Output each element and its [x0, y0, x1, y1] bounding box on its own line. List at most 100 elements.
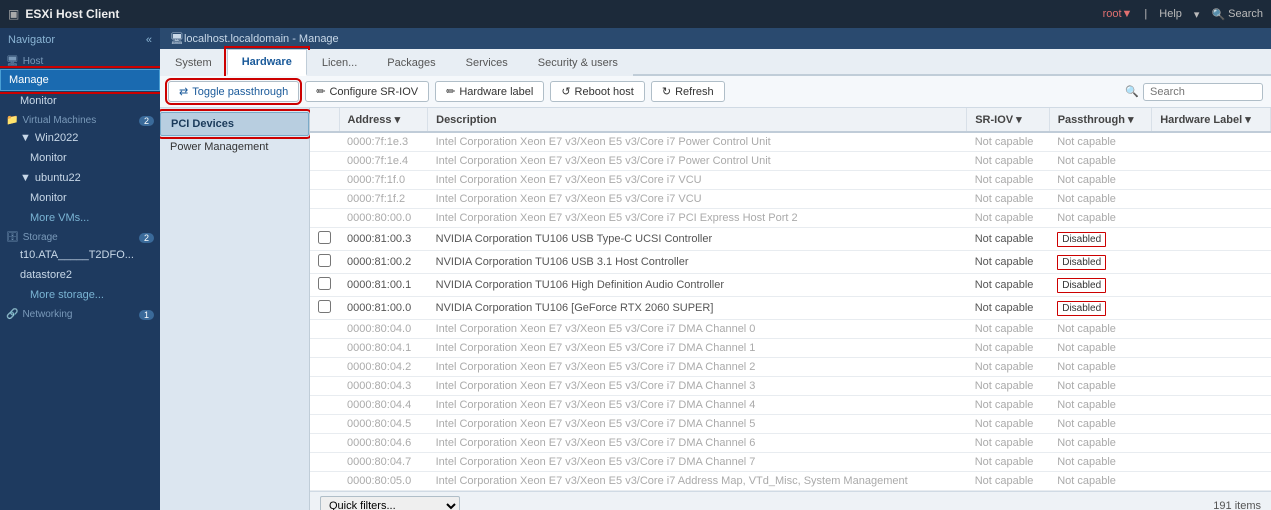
table-row: 0000:80:04.3Intel Corporation Xeon E7 v3… — [310, 377, 1271, 396]
row-description: Intel Corporation Xeon E7 v3/Xeon E5 v3/… — [428, 339, 967, 358]
sidebar-item-storage1[interactable]: t10.ATA_____T2DFO... — [0, 245, 160, 265]
win2022-monitor-label: Monitor — [30, 152, 67, 164]
row-address: 0000:7f:1f.0 — [339, 171, 428, 190]
row-description: Intel Corporation Xeon E7 v3/Xeon E5 v3/… — [428, 377, 967, 396]
toggle-passthrough-label: Toggle passthrough — [192, 86, 288, 98]
tab-hardware[interactable]: Hardware — [227, 49, 307, 76]
help-button[interactable]: Help — [1159, 8, 1182, 20]
title-bar-controls: root▼ | Help ▾ 🔍 Search — [1103, 8, 1263, 21]
disabled-badge: Disabled — [1057, 255, 1106, 270]
row-checkbox[interactable] — [318, 231, 331, 244]
tab-services[interactable]: Services — [451, 50, 523, 76]
quick-filter-select[interactable]: Quick filters... — [320, 496, 460, 510]
col-hardware-label[interactable]: Hardware Label ▾ — [1152, 108, 1271, 132]
sidebar-item-win2022[interactable]: ▼ Win2022 — [0, 128, 160, 148]
row-description: Intel Corporation Xeon E7 v3/Xeon E5 v3/… — [428, 320, 967, 339]
sub-nav-pci-devices[interactable]: PCI Devices — [160, 112, 309, 136]
row-passthrough: Not capable — [1049, 171, 1152, 190]
sidebar-item-more-vms[interactable]: More VMs... — [0, 208, 160, 228]
row-passthrough: Not capable — [1049, 209, 1152, 228]
networking-count-badge: 1 — [139, 310, 154, 320]
ubuntu22-label: ubuntu22 — [35, 172, 81, 184]
row-description: Intel Corporation Xeon E7 v3/Xeon E5 v3/… — [428, 472, 967, 491]
storage-count-badge: 2 — [139, 233, 154, 243]
tab-security[interactable]: Security & users — [523, 50, 633, 76]
storage1-label: t10.ATA_____T2DFO... — [20, 249, 134, 261]
tab-system[interactable]: System — [160, 50, 227, 76]
row-checkbox-cell — [310, 396, 339, 415]
ubuntu22-monitor-label: Monitor — [30, 192, 67, 204]
search-label-title[interactable]: Search — [1228, 8, 1263, 20]
sidebar-item-win2022-monitor[interactable]: Monitor — [0, 148, 160, 168]
tab-licensing[interactable]: Licen... — [307, 50, 372, 76]
sidebar-item-ubuntu22-monitor[interactable]: Monitor — [0, 188, 160, 208]
search-area: 🔍 Search — [1211, 8, 1263, 21]
configure-sriov-button[interactable]: ✏ Configure SR-IOV — [305, 81, 429, 102]
row-address: 0000:80:04.1 — [339, 339, 428, 358]
sidebar-item-ubuntu22[interactable]: ▼ ubuntu22 — [0, 168, 160, 188]
row-checkbox-cell — [310, 152, 339, 171]
row-sriov: Not capable — [967, 396, 1050, 415]
disabled-badge: Disabled — [1057, 232, 1106, 247]
row-passthrough: Not capable — [1049, 453, 1152, 472]
content-area: 🖥 localhost.localdomain - Manage System … — [160, 28, 1271, 510]
more-storage-label: More storage... — [30, 289, 104, 301]
row-hardware-label — [1152, 152, 1271, 171]
row-checkbox[interactable] — [318, 300, 331, 313]
toggle-passthrough-button[interactable]: ⇄ Toggle passthrough — [168, 81, 299, 102]
row-hardware-label — [1152, 228, 1271, 251]
row-hardware-label — [1152, 320, 1271, 339]
sidebar-item-manage[interactable]: Manage — [0, 69, 160, 91]
col-address[interactable]: Address ▾ — [339, 108, 428, 132]
title-bar: ▣ ESXi Host Client root▼ | Help ▾ 🔍 Sear… — [0, 0, 1271, 28]
refresh-button[interactable]: ↻ Refresh — [651, 81, 725, 102]
main-container: Navigator « 🖥 Host Manage Monitor 📁 Virt… — [0, 28, 1271, 510]
row-checkbox[interactable] — [318, 277, 331, 290]
sub-nav-power-management[interactable]: Power Management — [160, 136, 309, 158]
hardware-label-button[interactable]: ✏ Hardware label — [435, 81, 544, 102]
sidebar-item-more-storage[interactable]: More storage... — [0, 285, 160, 305]
row-sriov: Not capable — [967, 132, 1050, 152]
title-separator: | — [1144, 8, 1147, 20]
reboot-host-button[interactable]: ↺ Reboot host — [550, 81, 645, 102]
user-name: root▼ — [1103, 8, 1133, 20]
tab-packages[interactable]: Packages — [372, 50, 450, 76]
row-passthrough: Disabled — [1049, 251, 1152, 274]
row-description: Intel Corporation Xeon E7 v3/Xeon E5 v3/… — [428, 209, 967, 228]
row-address: 0000:80:04.2 — [339, 358, 428, 377]
table-row: 0000:80:00.0Intel Corporation Xeon E7 v3… — [310, 209, 1271, 228]
row-address: 0000:7f:1e.3 — [339, 132, 428, 152]
row-address: 0000:81:00.1 — [339, 274, 428, 297]
table-row: 0000:80:04.5Intel Corporation Xeon E7 v3… — [310, 415, 1271, 434]
row-passthrough: Not capable — [1049, 339, 1152, 358]
row-sriov: Not capable — [967, 377, 1050, 396]
row-checkbox-cell — [310, 190, 339, 209]
col-description[interactable]: Description — [428, 108, 967, 132]
table-row: 0000:80:04.6Intel Corporation Xeon E7 v3… — [310, 434, 1271, 453]
search-input[interactable] — [1143, 83, 1263, 101]
row-hardware-label — [1152, 358, 1271, 377]
sidebar-collapse-icon[interactable]: « — [146, 34, 152, 46]
row-hardware-label — [1152, 415, 1271, 434]
row-address: 0000:80:04.4 — [339, 396, 428, 415]
table-row: 0000:80:04.1Intel Corporation Xeon E7 v3… — [310, 339, 1271, 358]
table-body: 0000:7f:1e.3Intel Corporation Xeon E7 v3… — [310, 132, 1271, 491]
row-passthrough: Not capable — [1049, 434, 1152, 453]
row-description: Intel Corporation Xeon E7 v3/Xeon E5 v3/… — [428, 171, 967, 190]
row-hardware-label — [1152, 274, 1271, 297]
row-address: 0000:80:05.0 — [339, 472, 428, 491]
row-hardware-label — [1152, 434, 1271, 453]
toolbar: ⇄ Toggle passthrough ✏ Configure SR-IOV … — [160, 76, 1271, 108]
sidebar-item-monitor[interactable]: Monitor — [0, 91, 160, 111]
vm-icon-win: ▼ — [20, 132, 31, 144]
col-sriov[interactable]: SR-IOV ▾ — [967, 108, 1050, 132]
table-row: 0000:80:04.4Intel Corporation Xeon E7 v3… — [310, 396, 1271, 415]
row-checkbox[interactable] — [318, 254, 331, 267]
sidebar-item-datastore2[interactable]: datastore2 — [0, 265, 160, 285]
row-checkbox-cell — [310, 472, 339, 491]
row-passthrough: Not capable — [1049, 415, 1152, 434]
row-checkbox-cell — [310, 228, 339, 251]
row-hardware-label — [1152, 453, 1271, 472]
row-checkbox-cell — [310, 171, 339, 190]
col-passthrough[interactable]: Passthrough ▾ — [1049, 108, 1152, 132]
